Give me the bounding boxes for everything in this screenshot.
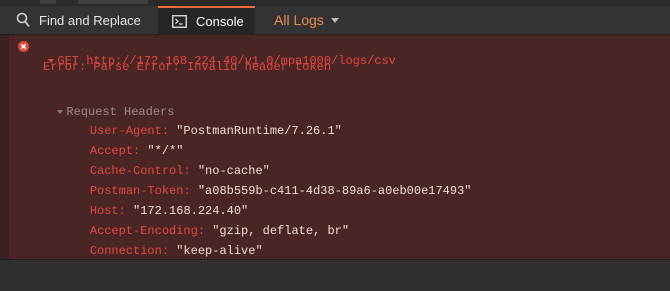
header-value: "keep-alive" bbox=[176, 244, 263, 258]
bottom-panel-tabbar: Find and Replace Console All Logs bbox=[0, 6, 670, 35]
chevron-down-icon bbox=[330, 17, 339, 23]
tab-find-replace[interactable]: Find and Replace bbox=[16, 6, 141, 34]
tab-find-replace-label: Find and Replace bbox=[39, 12, 141, 28]
header-value: "PostmanRuntime/7.26.1" bbox=[176, 124, 342, 138]
console-icon bbox=[172, 14, 187, 28]
tab-console-label: Console bbox=[196, 13, 244, 29]
tab-console[interactable]: Console bbox=[158, 6, 255, 34]
error-message: Error: Parse Error: Invalid header token bbox=[43, 60, 332, 74]
log-level-label: All Logs bbox=[274, 12, 324, 28]
log-level-dropdown[interactable]: All Logs bbox=[274, 6, 339, 34]
search-icon bbox=[16, 12, 30, 28]
scrolled-item-fragment bbox=[78, 0, 148, 4]
console-empty-area bbox=[0, 259, 670, 291]
error-icon bbox=[18, 41, 29, 52]
scrolled-item-fragment bbox=[40, 0, 56, 4]
header-key: Connection: bbox=[89, 244, 177, 258]
panel-gutter bbox=[0, 35, 9, 259]
